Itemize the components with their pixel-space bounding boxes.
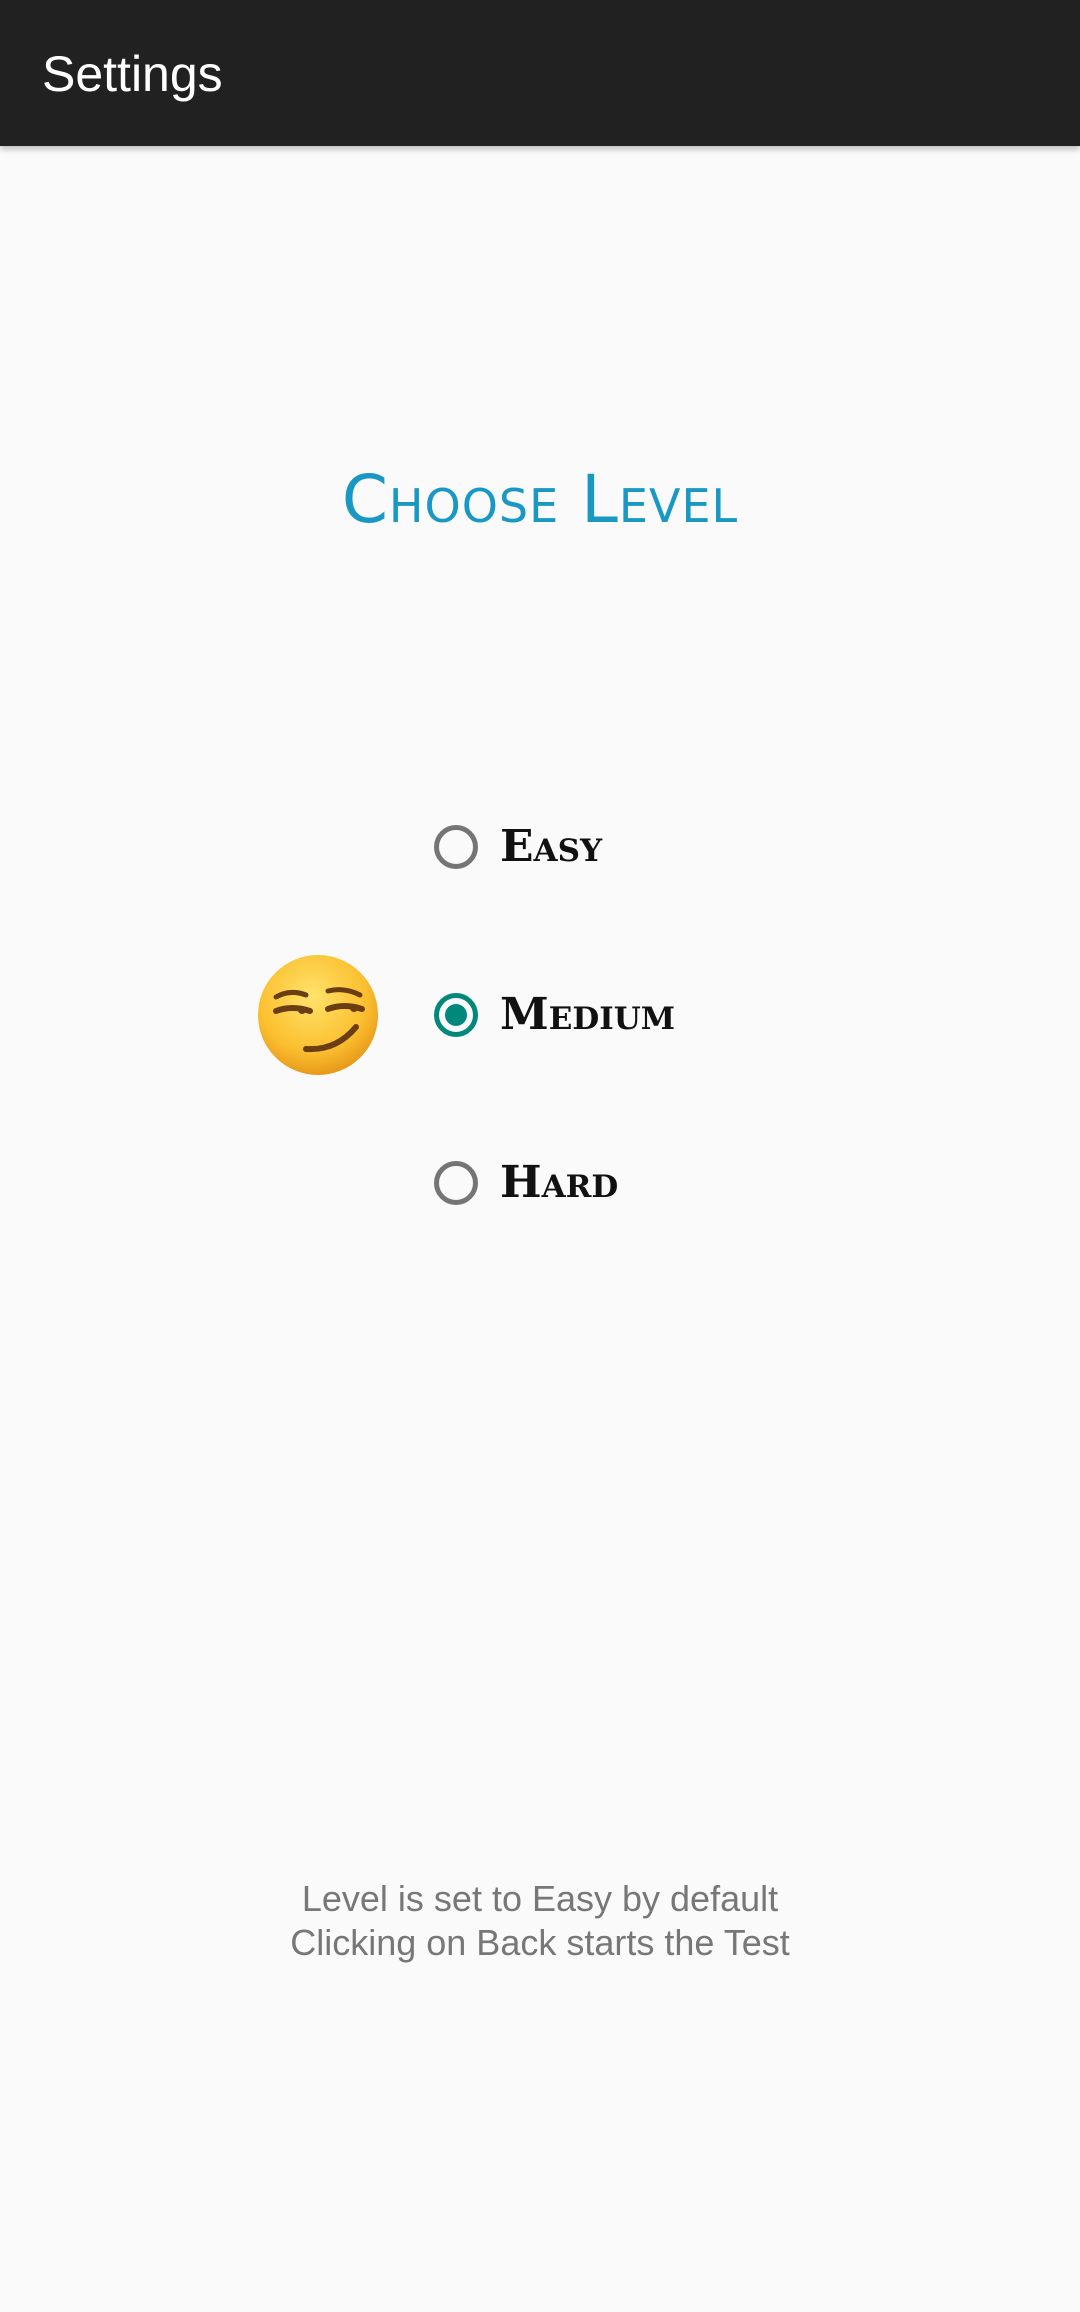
info-note-line-1: Level is set to Easy by default xyxy=(301,1878,779,1919)
radio-hard[interactable] xyxy=(434,1161,478,1205)
radio-option-medium[interactable]: Medium xyxy=(434,980,675,1050)
app-bar: Settings xyxy=(0,0,1080,146)
radio-label-medium[interactable]: Medium xyxy=(500,985,675,1045)
radio-option-easy[interactable]: Easy xyxy=(434,812,602,882)
radio-label-easy[interactable]: Easy xyxy=(500,817,602,877)
info-note: Level is set to Easy by default Clicking… xyxy=(0,1877,1080,1965)
radio-label-hard[interactable]: Hard xyxy=(500,1153,618,1213)
app-bar-title: Settings xyxy=(42,46,223,102)
info-note-line-2: Clicking on Back starts the Test xyxy=(290,1922,790,1963)
page-title: Choose Level xyxy=(341,461,739,538)
radio-easy[interactable] xyxy=(434,825,478,869)
smirking-face-icon xyxy=(256,953,380,1077)
radio-medium[interactable] xyxy=(434,993,478,1037)
radio-option-hard[interactable]: Hard xyxy=(434,1148,618,1218)
